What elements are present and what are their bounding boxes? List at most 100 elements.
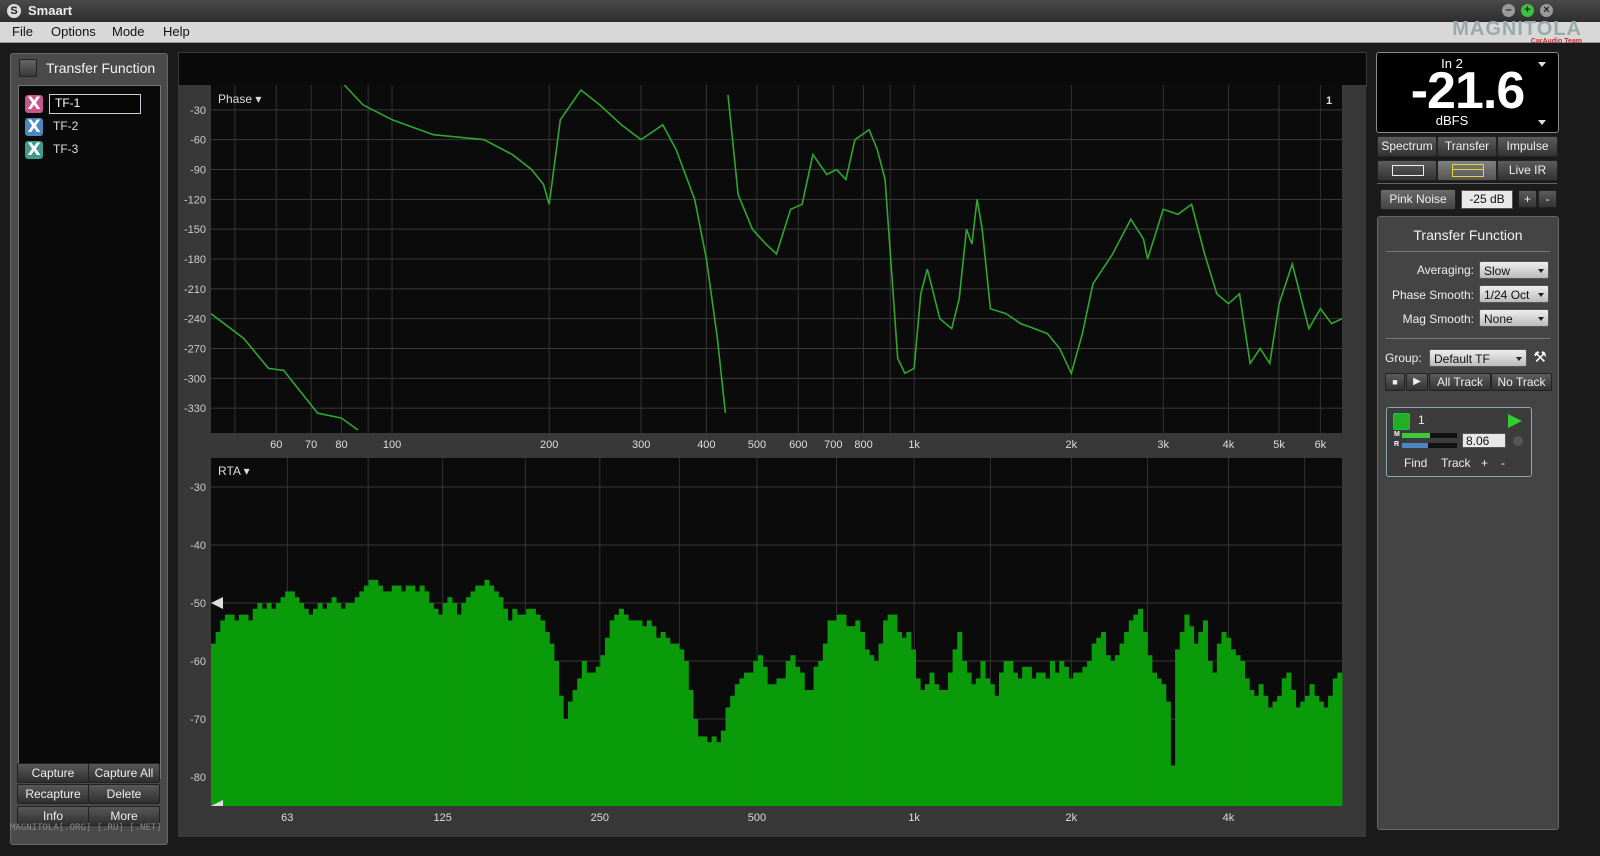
rta-bar [1304, 695, 1310, 806]
transfer-mode-button[interactable]: Transfer [1437, 136, 1497, 157]
phase-plot-menu[interactable]: Phase ▾ [218, 92, 261, 106]
mag-smooth-dropdown[interactable]: None [1479, 309, 1549, 327]
all-track-button[interactable]: All Track [1429, 373, 1491, 391]
group-dropdown[interactable]: Default TF [1429, 349, 1527, 367]
phase-smooth-dropdown[interactable]: 1/24 Oct [1479, 285, 1549, 303]
phase-chart-svg[interactable]: -30 -60 -90 -120 -150 -180 -210 -240 -270 -300 -33… [178, 85, 1366, 457]
tf-item[interactable]: X TF-3 [25, 140, 155, 160]
channel-dropdown-icon[interactable] [1538, 62, 1546, 67]
play-button[interactable]: ▶ [1406, 373, 1428, 391]
x-tick-label: 400 [697, 439, 715, 451]
play-icon[interactable] [1508, 414, 1522, 428]
rta-chart-svg[interactable]: -30 -40 -50 -60 -70 -80 63 125 250 500 1k 2k 4k [178, 457, 1366, 837]
rta-bar [994, 695, 1000, 806]
rta-bar [433, 608, 439, 806]
divider [1386, 251, 1550, 252]
tf-item[interactable]: X TF-2 [25, 117, 155, 137]
rta-bar [461, 603, 467, 806]
rta-bar [507, 620, 513, 806]
rta-bar [322, 608, 328, 806]
minimize-icon[interactable]: – [1502, 4, 1515, 17]
rta-plot[interactable]: -30 -40 -50 -60 -70 -80 63 125 250 500 1k 2k 4k RTA … [178, 457, 1366, 837]
level-down-button[interactable]: - [1538, 190, 1557, 208]
rta-bar [924, 684, 930, 806]
x-tick-label: 4k [1223, 439, 1235, 451]
menu-mode[interactable]: Mode [112, 24, 145, 39]
close-x-icon[interactable]: X [25, 95, 43, 113]
rta-bar [892, 614, 898, 806]
menu-options[interactable]: Options [51, 24, 96, 39]
rta-bar [554, 661, 560, 806]
level-up-button[interactable]: + [1518, 190, 1537, 208]
rta-bar [1054, 672, 1060, 806]
rta-bar [850, 626, 856, 806]
single-view-button[interactable] [1377, 160, 1437, 181]
rta-bar [238, 614, 244, 806]
measurement-active-toggle[interactable] [1393, 413, 1410, 430]
remove-button[interactable]: - [1501, 456, 1505, 470]
rta-bar [762, 666, 768, 806]
pink-noise-button[interactable]: Pink Noise [1380, 189, 1456, 210]
phase-plot[interactable]: -30 -60 -90 -120 -150 -180 -210 -240 -270 -300 -33… [178, 85, 1366, 457]
add-button[interactable]: + [1481, 456, 1488, 470]
input-level-meter[interactable]: In 2 -21.6 dBFS [1376, 52, 1559, 133]
averaging-dropdown[interactable]: Slow [1479, 261, 1549, 279]
maximize-icon[interactable]: + [1521, 4, 1534, 17]
rta-plot-menu[interactable]: RTA ▾ [218, 464, 250, 478]
tf-settings-panel: Transfer Function Averaging: Slow Phase … [1377, 216, 1559, 830]
no-track-button[interactable]: No Track [1491, 373, 1552, 391]
close-icon[interactable]: × [1540, 4, 1553, 17]
close-x-icon[interactable]: X [25, 118, 43, 136]
rta-bar [1128, 620, 1134, 806]
rta-bar [1151, 672, 1157, 806]
rta-bar [808, 690, 814, 806]
rta-bar [266, 603, 272, 806]
rta-bar [998, 672, 1005, 806]
window-title: Smaart [28, 3, 73, 18]
capture-all-button[interactable]: Capture All [88, 763, 160, 783]
rta-bar [1189, 626, 1195, 806]
rta-bar [655, 637, 662, 806]
x-tick-label: 2k [1065, 439, 1077, 451]
delay-field[interactable]: 8.06 [1462, 433, 1506, 448]
unit-dropdown-icon[interactable] [1538, 120, 1546, 125]
rta-bar [952, 649, 958, 806]
find-button[interactable]: Find [1404, 456, 1427, 470]
rta-bar [1077, 672, 1083, 806]
rta-bar [1184, 614, 1190, 806]
recapture-button[interactable]: Recapture [17, 784, 89, 804]
rta-bar [1082, 666, 1088, 806]
y-tick-label: -30 [190, 105, 206, 117]
panel-toggle-checkbox[interactable] [19, 59, 37, 77]
rta-bar [702, 736, 708, 806]
tools-icon[interactable]: ⚒ [1531, 349, 1549, 367]
generator-level-field[interactable]: -25 dB [1461, 190, 1513, 209]
delete-button[interactable]: Delete [88, 784, 160, 804]
stop-button[interactable]: ■ [1385, 373, 1405, 391]
rta-bar [883, 620, 889, 806]
rta-bar [1281, 678, 1287, 806]
menu-help[interactable]: Help [163, 24, 190, 39]
rta-bar [1063, 666, 1069, 806]
track-button[interactable]: Track [1441, 456, 1471, 470]
capture-button[interactable]: Capture [17, 763, 89, 783]
rta-bar [419, 585, 425, 806]
rta-bar [975, 678, 981, 806]
meter-value: -21.6 [1410, 62, 1526, 120]
rta-bar [767, 684, 773, 806]
rta-bar [336, 603, 342, 806]
tf-item[interactable]: X TF-1 [25, 94, 155, 114]
dual-view-button[interactable] [1437, 160, 1497, 181]
impulse-mode-button[interactable]: Impulse [1497, 136, 1558, 157]
live-ir-button[interactable]: Live IR [1497, 160, 1558, 181]
rta-bar [818, 661, 824, 806]
tf-item-name-input[interactable]: TF-1 [49, 94, 141, 114]
menu-file[interactable]: File [12, 24, 33, 39]
close-x-icon[interactable]: X [25, 141, 43, 159]
rta-bar [725, 707, 731, 806]
rta-bar [1198, 632, 1204, 806]
chevron-down-icon [1538, 269, 1544, 273]
spectrum-mode-button[interactable]: Spectrum [1377, 136, 1437, 157]
rta-bar [734, 684, 740, 806]
dual-pane-icon [1452, 164, 1484, 177]
